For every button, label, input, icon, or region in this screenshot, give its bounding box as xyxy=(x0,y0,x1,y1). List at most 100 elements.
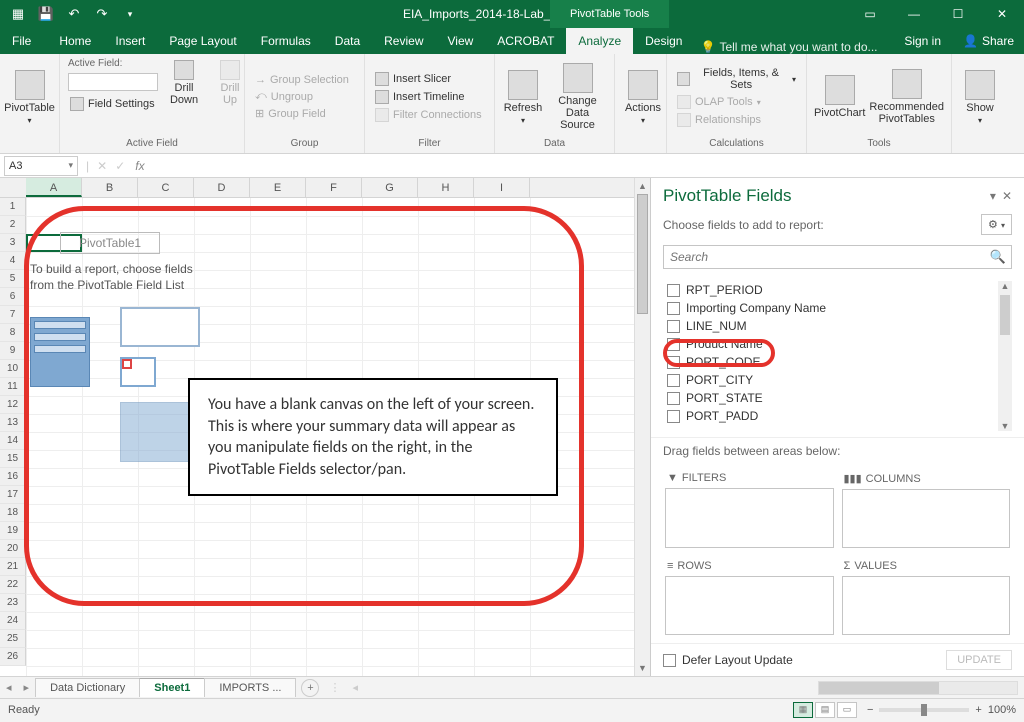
page-break-view-button[interactable]: ▭ xyxy=(837,702,857,718)
share-button[interactable]: 👤 Share xyxy=(953,28,1024,54)
row-header[interactable]: 14 xyxy=(0,432,26,450)
sheet-tab[interactable]: Sheet1 xyxy=(139,678,205,697)
row-header[interactable]: 15 xyxy=(0,450,26,468)
tab-review[interactable]: Review xyxy=(372,28,435,54)
field-item[interactable]: Importing Company Name xyxy=(663,299,1012,317)
normal-view-button[interactable]: ▦ xyxy=(793,702,813,718)
tab-view[interactable]: View xyxy=(436,28,486,54)
field-checkbox[interactable] xyxy=(667,374,680,387)
field-item[interactable]: PORT_CITY xyxy=(663,371,1012,389)
tab-analyze[interactable]: Analyze xyxy=(566,28,633,54)
tab-acrobat[interactable]: ACROBAT xyxy=(485,28,566,54)
recommended-pivottables-button[interactable]: Recommended PivotTables xyxy=(870,67,943,127)
flist-scroll-thumb[interactable] xyxy=(1000,295,1010,335)
row-header[interactable]: 12 xyxy=(0,396,26,414)
drill-down-button[interactable]: Drill Down xyxy=(164,58,204,108)
field-checkbox[interactable] xyxy=(667,302,680,315)
refresh-button[interactable]: Refresh▾ xyxy=(503,68,543,127)
tab-insert[interactable]: Insert xyxy=(103,28,157,54)
field-settings-button[interactable]: Field Settings xyxy=(68,96,158,112)
column-header[interactable]: G xyxy=(362,178,418,197)
sign-in-link[interactable]: Sign in xyxy=(892,28,953,54)
column-header[interactable]: E xyxy=(250,178,306,197)
tab-file[interactable]: File xyxy=(0,28,43,54)
fields-items-sets-button[interactable]: Fields, Items, & Sets▾ xyxy=(675,66,798,92)
columns-dropzone[interactable] xyxy=(842,489,1011,548)
horizontal-scrollbar[interactable] xyxy=(818,681,1018,695)
row-header[interactable]: 3 xyxy=(0,234,26,252)
field-checkbox[interactable] xyxy=(667,356,680,369)
zoom-slider[interactable] xyxy=(879,708,969,712)
scroll-down-icon[interactable]: ▼ xyxy=(635,660,650,676)
tab-data[interactable]: Data xyxy=(323,28,372,54)
field-item[interactable]: Product Name xyxy=(663,335,1012,353)
row-header[interactable]: 22 xyxy=(0,576,26,594)
row-header[interactable]: 13 xyxy=(0,414,26,432)
filters-dropzone[interactable] xyxy=(665,488,834,548)
row-header[interactable]: 24 xyxy=(0,612,26,630)
field-list-scrollbar[interactable]: ▲ ▼ xyxy=(998,281,1012,431)
field-item[interactable]: RPT_PERIOD xyxy=(663,281,1012,299)
row-header[interactable]: 9 xyxy=(0,342,26,360)
column-header[interactable]: I xyxy=(474,178,530,197)
active-field-input[interactable] xyxy=(68,73,158,91)
column-header[interactable]: A xyxy=(26,178,82,197)
search-icon[interactable]: 🔍 xyxy=(990,249,1006,265)
hscroll-thumb[interactable] xyxy=(819,682,939,694)
new-sheet-button[interactable]: + xyxy=(301,679,319,697)
row-header[interactable]: 10 xyxy=(0,360,26,378)
rows-dropzone[interactable] xyxy=(665,576,834,636)
row-header[interactable]: 1 xyxy=(0,198,26,216)
field-checkbox[interactable] xyxy=(667,320,680,333)
tab-home[interactable]: Home xyxy=(47,28,103,54)
zoom-in-button[interactable]: + xyxy=(975,704,981,716)
row-header[interactable]: 6 xyxy=(0,288,26,306)
pane-dropdown-icon[interactable]: ▾ xyxy=(990,189,996,203)
actions-button[interactable]: Actions▾ xyxy=(623,68,663,127)
tab-nav-prev-icon[interactable]: ◂ xyxy=(0,681,18,694)
field-checkbox[interactable] xyxy=(667,392,680,405)
insert-timeline-button[interactable]: Insert Timeline xyxy=(373,89,484,105)
column-header[interactable]: F xyxy=(306,178,362,197)
save-icon[interactable]: 💾 xyxy=(34,3,58,25)
flist-scroll-up-icon[interactable]: ▲ xyxy=(998,281,1012,291)
column-header[interactable]: B xyxy=(82,178,138,197)
scroll-thumb[interactable] xyxy=(637,194,648,314)
column-header[interactable]: H xyxy=(418,178,474,197)
row-header[interactable]: 18 xyxy=(0,504,26,522)
row-header[interactable]: 4 xyxy=(0,252,26,270)
show-button[interactable]: Show▾ xyxy=(960,68,1000,127)
redo-icon[interactable]: ↷ xyxy=(90,3,114,25)
close-icon[interactable]: ✕ xyxy=(980,0,1024,28)
row-header[interactable]: 20 xyxy=(0,540,26,558)
tell-me-search[interactable]: 💡 Tell me what you want to do... xyxy=(700,40,877,54)
row-header[interactable]: 8 xyxy=(0,324,26,342)
chevron-down-icon[interactable]: ▾ xyxy=(68,160,73,171)
pane-close-icon[interactable]: ✕ xyxy=(1002,189,1012,203)
maximize-icon[interactable]: ☐ xyxy=(936,0,980,28)
zoom-slider-knob[interactable] xyxy=(921,704,927,716)
pivottable-button[interactable]: PivotTable▾ xyxy=(8,68,51,127)
row-header[interactable]: 11 xyxy=(0,378,26,396)
field-item[interactable]: LINE_NUM xyxy=(663,317,1012,335)
row-header[interactable]: 2 xyxy=(0,216,26,234)
field-checkbox[interactable] xyxy=(667,338,680,351)
flist-scroll-down-icon[interactable]: ▼ xyxy=(998,421,1012,431)
insert-slicer-button[interactable]: Insert Slicer xyxy=(373,71,484,87)
minimize-icon[interactable]: — xyxy=(892,0,936,28)
qat-customize-icon[interactable]: ▾ xyxy=(118,3,142,25)
row-header[interactable]: 26 xyxy=(0,648,26,666)
defer-checkbox[interactable] xyxy=(663,654,676,667)
row-header[interactable]: 16 xyxy=(0,468,26,486)
tab-formulas[interactable]: Formulas xyxy=(249,28,323,54)
undo-icon[interactable]: ↶ xyxy=(62,3,86,25)
field-checkbox[interactable] xyxy=(667,410,680,423)
page-layout-view-button[interactable]: ▤ xyxy=(815,702,835,718)
formula-input[interactable] xyxy=(151,156,1024,176)
values-dropzone[interactable] xyxy=(842,576,1011,636)
field-item[interactable]: PORT_PADD xyxy=(663,407,1012,425)
field-checkbox[interactable] xyxy=(667,284,680,297)
row-header[interactable]: 21 xyxy=(0,558,26,576)
field-item[interactable]: PORT_CODE xyxy=(663,353,1012,371)
scroll-up-icon[interactable]: ▲ xyxy=(635,178,650,194)
